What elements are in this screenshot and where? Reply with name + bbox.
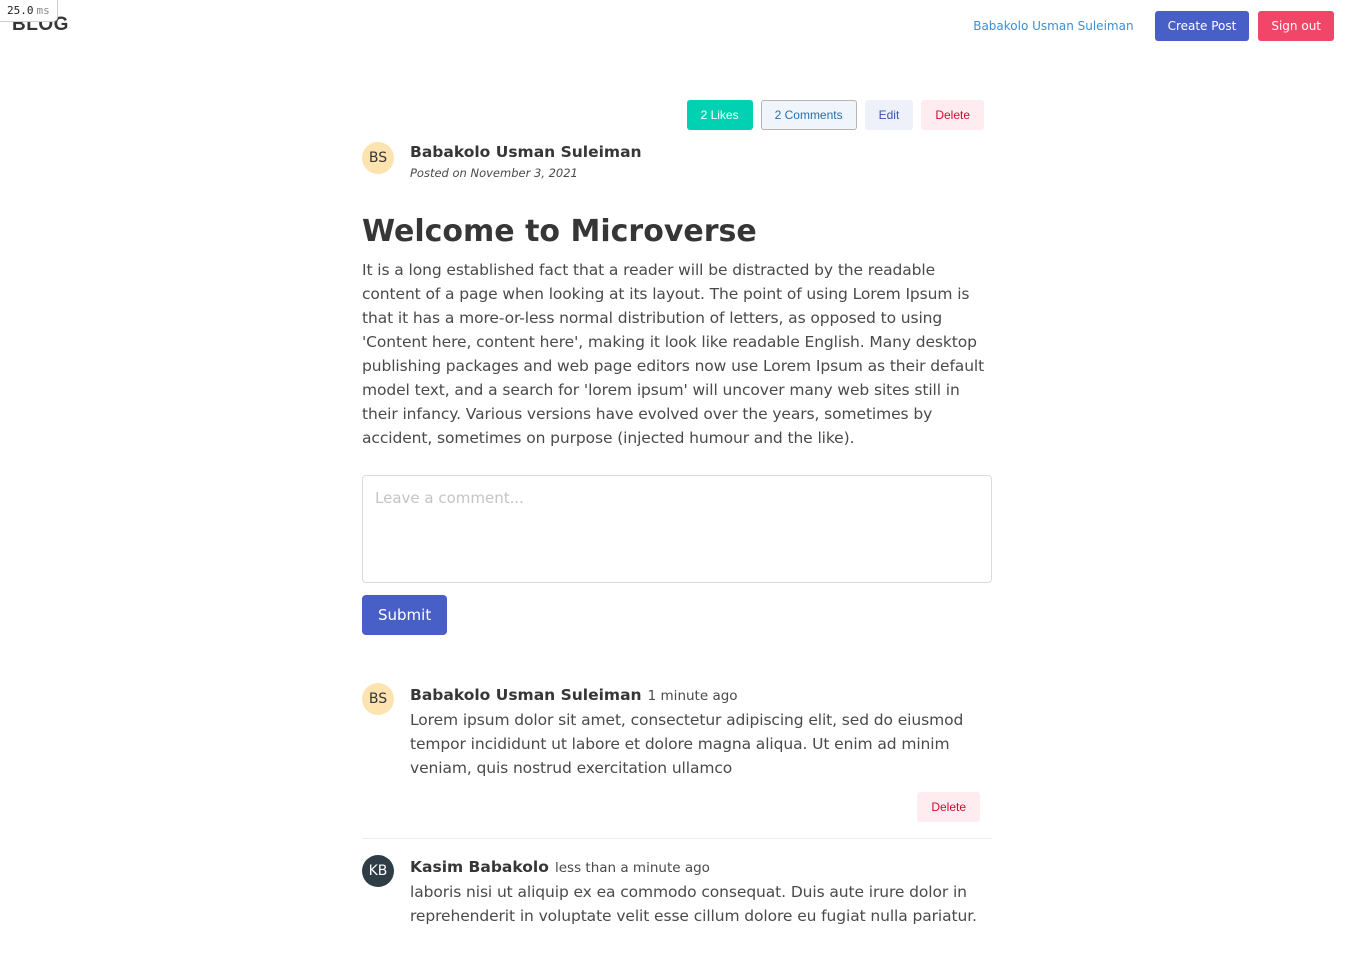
timing-value: 25.0	[7, 4, 34, 17]
author-name: Babakolo Usman Suleiman	[410, 143, 642, 161]
avatar: BS	[362, 142, 394, 174]
avatar: KB	[362, 855, 394, 887]
post-actions: 2 Likes 2 Comments Edit Delete	[362, 100, 992, 130]
comment-header: Kasim Babakolo less than a minute ago	[410, 855, 992, 880]
comment-actions: Delete	[410, 792, 992, 822]
delete-comment-button[interactable]: Delete	[917, 792, 980, 822]
comment-text: Lorem ipsum dolor sit amet, consectetur …	[410, 711, 964, 777]
post-date: Posted on November 3, 2021	[410, 166, 578, 180]
comment-time: 1 minute ago	[647, 688, 738, 704]
comment-text: laboris nisi ut aliquip ex ea commodo co…	[410, 883, 977, 925]
create-post-button[interactable]: Create Post	[1154, 11, 1250, 41]
navbar-right: Babakolo Usman Suleiman Create Post Sign…	[973, 11, 1334, 41]
post-title: Welcome to Microverse	[362, 214, 757, 249]
comment-author: Kasim Babakolo	[410, 858, 549, 876]
comments-button[interactable]: 2 Comments	[760, 100, 857, 130]
comment-input[interactable]	[362, 475, 992, 583]
edit-post-button[interactable]: Edit	[864, 100, 914, 130]
post-author: BS Babakolo Usman Suleiman Posted on Nov…	[362, 142, 992, 182]
author-meta: Babakolo Usman Suleiman Posted on Novemb…	[410, 142, 642, 182]
post-container: 2 Likes 2 Comments Edit Delete BS Babako…	[362, 100, 992, 928]
timing-unit: ms	[36, 4, 50, 17]
comment-divider	[362, 838, 992, 839]
comment-content: Babakolo Usman Suleiman 1 minute ago Lor…	[410, 683, 992, 822]
likes-button[interactable]: 2 Likes	[686, 100, 753, 130]
submit-comment-button[interactable]: Submit	[362, 595, 448, 635]
post-body: It is a long established fact that a rea…	[362, 261, 985, 447]
delete-post-button[interactable]: Delete	[921, 100, 984, 130]
comments-list: BS Babakolo Usman Suleiman 1 minute ago …	[362, 683, 992, 928]
comment-item: KB Kasim Babakolo less than a minute ago…	[362, 855, 992, 928]
timing-badge: 25.0 ms	[0, 0, 58, 22]
comment-header: Babakolo Usman Suleiman 1 minute ago	[410, 683, 992, 708]
avatar: BS	[362, 683, 394, 715]
comment-item: BS Babakolo Usman Suleiman 1 minute ago …	[362, 683, 992, 822]
comment-time: less than a minute ago	[554, 860, 710, 876]
comment-author: Babakolo Usman Suleiman	[410, 686, 642, 704]
sign-out-button[interactable]: Sign out	[1258, 11, 1334, 41]
comment-content: Kasim Babakolo less than a minute ago la…	[410, 855, 992, 928]
user-profile-link[interactable]: Babakolo Usman Suleiman	[973, 19, 1133, 33]
